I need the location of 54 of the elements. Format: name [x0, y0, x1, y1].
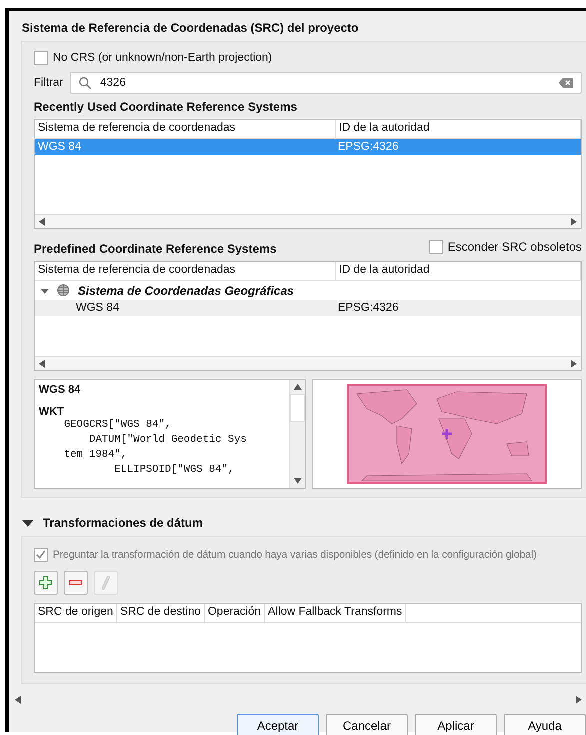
wkt-line: tem 1984", [63, 448, 128, 463]
filter-field[interactable]: 4326 [70, 72, 582, 94]
arrow-down-icon[interactable] [294, 478, 302, 484]
column-header[interactable]: Sistema de referencia de coordenadas [35, 262, 336, 280]
checkbox-label: No CRS (or unknown/non-Earth projection) [53, 52, 272, 64]
dialog-button[interactable]: Aceptar [237, 714, 319, 735]
column-header[interactable]: Sistema de referencia de coordenadas [35, 120, 336, 138]
checkbox-label: Preguntar la transformación de dátum cuando haya varias disponibles (definido en la configuración global) [53, 549, 537, 561]
remove-button[interactable] [64, 571, 88, 595]
checkbox[interactable] [428, 240, 443, 254]
arrow-right-icon[interactable] [576, 696, 582, 704]
dialog-button[interactable]: Ayuda [504, 714, 586, 735]
section-title: Sistema de Referencia de Coordenadas (SRC) del proyecto [22, 21, 360, 35]
column-header[interactable]: ID de la autoridad [336, 262, 581, 280]
horizontal-scrollbar[interactable] [35, 356, 581, 370]
table-row[interactable]: WGS 84 EPSG:4326 [35, 300, 581, 316]
globe-icon [57, 284, 70, 297]
clear-icon[interactable] [559, 78, 573, 88]
column-header[interactable]: Operación [204, 604, 266, 622]
vertical-scrollbar[interactable] [289, 380, 305, 488]
plus-icon [39, 576, 53, 590]
column-header[interactable]: ID de la autoridad [336, 120, 581, 138]
arrow-left-icon[interactable] [15, 696, 21, 704]
dialog-button[interactable]: Cancelar [326, 714, 408, 735]
dialog-button[interactable]: Aplicar [415, 714, 497, 735]
crs-name: WGS 84 [39, 384, 82, 396]
add-button[interactable] [34, 571, 58, 595]
section-title[interactable]: Transformaciones de dátum [43, 516, 204, 530]
checkbox[interactable] [34, 51, 48, 65]
arrow-up-icon[interactable] [294, 384, 302, 390]
arrow-right-icon[interactable] [571, 218, 577, 226]
filter-value: 4326 [100, 77, 126, 89]
wkt-line: GEOGCRS["WGS 84", [63, 418, 172, 433]
column-header[interactable]: SRC de origen [35, 604, 118, 622]
search-icon [79, 76, 92, 90]
list-heading: Recently Used Coordinate Reference Systems [34, 100, 298, 114]
minus-icon [69, 580, 83, 586]
arrow-left-icon[interactable] [39, 360, 45, 368]
pencil-icon [102, 576, 110, 590]
collapse-arrow-icon[interactable] [22, 518, 34, 528]
wkt-line: DATUM["World Geodetic Sys [88, 433, 248, 448]
wkt-heading: WKT [39, 406, 64, 418]
column-header[interactable]: Allow Fallback Transforms [265, 604, 406, 622]
list-heading: Predefined Coordinate Reference Systems [34, 242, 277, 256]
horizontal-scrollbar[interactable] [35, 214, 581, 228]
scrollbar-thumb[interactable] [290, 394, 305, 422]
checkbox-label: Esconder SRC obsoletos [448, 240, 582, 254]
tree-group-label[interactable]: Sistema de Coordenadas Geográficas [78, 284, 294, 298]
column-header[interactable]: SRC de destino [117, 604, 205, 622]
arrow-left-icon[interactable] [39, 218, 45, 226]
expand-arrow-icon[interactable] [41, 286, 49, 294]
wkt-line: ELLIPSOID["WGS 84", [114, 463, 236, 478]
arrow-right-icon[interactable] [571, 360, 577, 368]
filter-label: Filtrar [34, 77, 64, 89]
